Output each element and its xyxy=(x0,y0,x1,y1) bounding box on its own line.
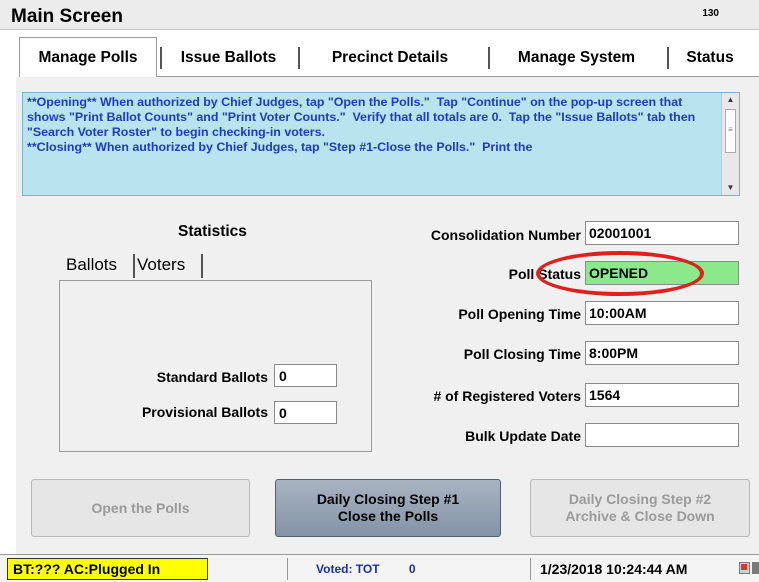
stats-tab-separator xyxy=(201,254,203,278)
bulk-update-date-label: Bulk Update Date xyxy=(465,428,581,444)
tab-status[interactable]: Status xyxy=(670,39,750,76)
screen-code: 130 xyxy=(702,8,719,19)
bulk-update-date-field xyxy=(585,423,739,447)
scroll-thumb[interactable]: ≡ xyxy=(725,109,736,153)
provisional-ballots-field: 0 xyxy=(274,401,337,424)
tab-issue-ballots[interactable]: Issue Ballots xyxy=(162,39,295,76)
scroll-up-arrow-icon[interactable]: ▲ xyxy=(722,93,739,107)
instructions-text: **Opening** When authorized by Chief Jud… xyxy=(27,95,696,154)
stats-tab-separator xyxy=(133,254,135,278)
statistics-title: Statistics xyxy=(178,223,247,240)
instructions-scrollbar[interactable]: ▲ ≡ ▼ xyxy=(721,93,739,195)
poll-closing-time-label: Poll Closing Time xyxy=(463,346,581,362)
tab-manage-system[interactable]: Manage System xyxy=(490,39,663,76)
poll-closing-time-field: 8:00PM xyxy=(585,341,739,365)
status-bar: BT:??? AC:Plugged In Voted: TOT 0 1/23/2… xyxy=(0,554,759,582)
voted-counter: Voted: TOT 0 xyxy=(287,558,531,580)
voted-label: Voted: xyxy=(316,562,353,576)
open-polls-button-label: Open the Polls xyxy=(91,499,190,516)
datetime: 1/23/2018 10:24:44 AM xyxy=(540,561,688,577)
stats-tab-ballots[interactable]: Ballots xyxy=(66,251,117,281)
red-highlight-ellipse xyxy=(536,251,704,296)
registered-voters-field: 1564 xyxy=(585,383,739,407)
consolidation-number-field: 02001001 xyxy=(585,221,739,245)
stats-tab-voters[interactable]: Voters xyxy=(137,251,185,281)
standard-ballots-label: Standard Ballots xyxy=(156,369,268,385)
open-polls-button[interactable]: Open the Polls xyxy=(31,479,250,537)
close-polls-step1-button[interactable]: Daily Closing Step #1 Close the Polls xyxy=(275,479,501,537)
title-bar: Main Screen 130 xyxy=(0,0,759,30)
poll-opening-time-field: 10:00AM xyxy=(585,301,739,325)
tray-icon[interactable] xyxy=(752,562,759,574)
network-status-icon[interactable] xyxy=(739,562,750,574)
provisional-ballots-label: Provisional Ballots xyxy=(141,404,268,420)
registered-voters-label: # of Registered Voters xyxy=(433,388,581,404)
scroll-down-arrow-icon[interactable]: ▼ xyxy=(722,181,739,195)
close-step2-line1: Daily Closing Step #2 xyxy=(568,491,712,507)
window-title: Main Screen xyxy=(11,6,123,27)
standard-ballots-field: 0 xyxy=(274,364,337,387)
tab-separator xyxy=(667,47,669,69)
instructions-box[interactable]: **Opening** When authorized by Chief Jud… xyxy=(22,92,740,196)
poll-opening-time-label: Poll Opening Time xyxy=(458,306,581,322)
close-step2-button[interactable]: Daily Closing Step #2 Archive & Close Do… xyxy=(530,479,750,537)
close-step1-line2: Close the Polls xyxy=(337,508,439,524)
tab-precinct-details[interactable]: Precinct Details xyxy=(300,39,480,76)
voted-unit: TOT xyxy=(355,562,380,576)
close-step1-line1: Daily Closing Step #1 xyxy=(316,491,460,507)
battery-status: BT:??? AC:Plugged In xyxy=(7,558,208,580)
voted-count: 0 xyxy=(408,562,416,576)
consolidation-number-label: Consolidation Number xyxy=(430,227,581,243)
tab-manage-polls[interactable]: Manage Polls xyxy=(19,37,157,77)
close-step2-line2: Archive & Close Down xyxy=(565,508,715,524)
